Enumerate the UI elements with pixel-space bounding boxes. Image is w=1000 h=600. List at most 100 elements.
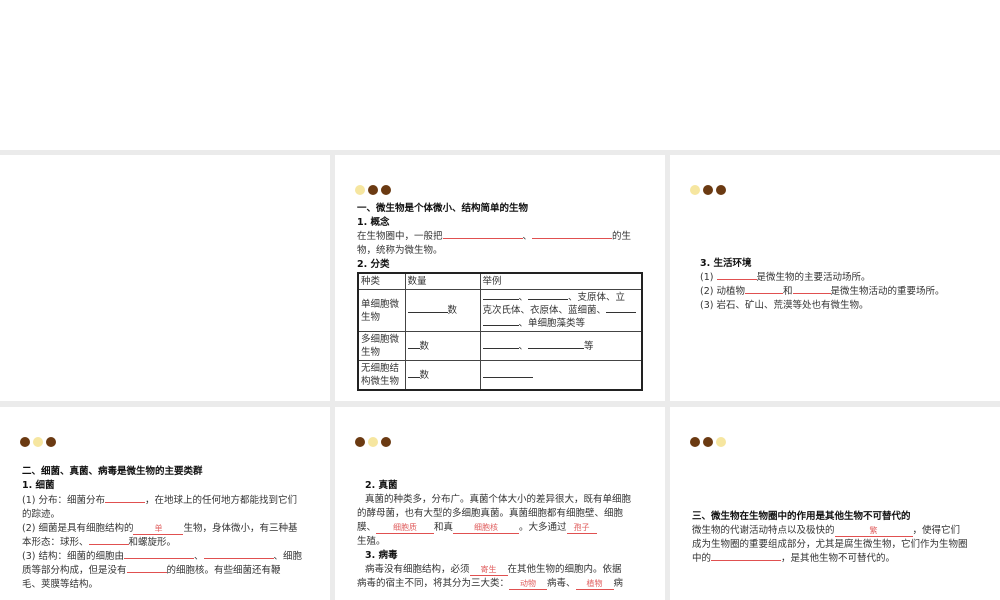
text: 、 <box>522 231 533 242</box>
table-cell: 数 <box>419 369 430 381</box>
text: 的生 <box>612 231 632 242</box>
classification-table: 种类 数量 举例 单细胞微生物数、、支原体、立 克次氏体、衣原体、蓝细菌、 、单细胞藻类… <box>357 272 643 391</box>
answer-blank <box>203 558 274 559</box>
dot-icon <box>368 437 378 447</box>
text: 。大多通过 <box>519 522 567 533</box>
table-cell: 多细胞微生物 <box>357 331 406 361</box>
answer-blank <box>744 293 783 294</box>
dot-icon <box>690 437 700 447</box>
text: 生物，身体微小，有三种基 <box>183 523 298 534</box>
text: 和真 <box>434 522 454 533</box>
table-header: 举例 <box>479 272 643 290</box>
text: (1) 分布：细菌分布 <box>22 495 105 506</box>
text: 本形态：球形、 <box>22 537 89 548</box>
text: 、细胞 <box>273 551 303 562</box>
dot-icon <box>703 437 713 447</box>
answer-blank <box>716 279 757 280</box>
table-header: 数量 <box>404 272 481 290</box>
table-cell: 、 <box>518 340 529 352</box>
answer-blank: 植物 <box>575 578 614 590</box>
slide-1[interactable] <box>0 155 330 401</box>
answer-blank <box>792 293 831 294</box>
answer-blank: 孢子 <box>566 522 597 534</box>
text: 在其他生物的细胞内。依据 <box>507 564 622 575</box>
section-title: 一、微生物是个体微小、结构简单的生物 <box>357 203 529 214</box>
slide-4[interactable]: 二、细菌、真菌、病毒是微生物的主要类群 1. 细菌 (1) 分布：细菌分布 ，在地… <box>0 407 330 600</box>
dot-icon <box>716 185 726 195</box>
table-cell: 数 <box>447 305 458 316</box>
text: 中的 <box>692 553 712 564</box>
answer-blank: 单 <box>133 523 184 535</box>
dot-icon <box>355 437 365 447</box>
dot-icon <box>355 185 365 195</box>
slide-2[interactable]: 一、微生物是个体微小、结构简单的生物 1. 概念 在生物圈中，一般把、的生 物，… <box>335 155 665 401</box>
answer-blank <box>711 560 782 561</box>
table-cell: 、单细胞藻类等 <box>518 318 586 329</box>
text: (1) <box>700 272 714 283</box>
text: (2) 动植物 <box>700 286 745 297</box>
answer-blank <box>126 572 167 573</box>
dot-icon <box>368 185 378 195</box>
text: 真菌的种类多，分布广。真菌个体大小的差异很大，既有单细胞 <box>365 494 632 505</box>
text: 的酵母菌，也有大型的多细胞真菌。真菌细胞都有细胞壁、细胞 <box>357 508 624 519</box>
text: 病毒的宿主不同，将其分为三大类： <box>357 578 510 589</box>
answer-blank <box>123 558 194 559</box>
dot-icon <box>690 185 700 195</box>
slide-5[interactable]: 2. 真菌 真菌的种类多，分布广。真菌个体大小的差异很大，既有单细胞 的酵母菌，… <box>335 407 665 600</box>
table-cell: 数 <box>419 340 430 352</box>
text: 病 <box>613 578 624 589</box>
text: 质等部分构成，但是没有 <box>22 565 127 576</box>
text: 膜、 <box>357 522 377 533</box>
slide-dots <box>355 185 391 195</box>
text: 是微生物的主要活动场所。 <box>756 272 871 283</box>
slide-dots <box>355 437 391 447</box>
text: 病毒没有细胞结构，必须 <box>365 564 470 575</box>
table-row: 无细胞结构微生物 数 <box>357 360 643 391</box>
table-row: 多细胞微生物 数 、 等 <box>357 331 643 361</box>
text: 是微生物活动的重要场所。 <box>830 286 945 297</box>
text: (3) 结构：细菌的细胞由 <box>22 551 124 562</box>
text: 物，统称为微生物。 <box>357 245 443 256</box>
table-cell: 单细胞微生物 <box>357 289 406 332</box>
dot-icon <box>46 437 56 447</box>
text: ，是其他生物不可替代的。 <box>781 553 896 564</box>
table-cell: 、支原体、立 <box>568 292 626 303</box>
dot-icon <box>33 437 43 447</box>
text: 和螺旋形。 <box>128 537 177 548</box>
table-cell: 无细胞结构微生物 <box>357 360 406 391</box>
top-area <box>0 0 1000 150</box>
table-row: 单细胞微生物 数 、 、支原体、立 克次氏体、衣原体、蓝细菌、 、单细胞藻类等 <box>357 289 643 332</box>
text: 成为生物圈的重要组成部分，尤其是腐生微生物，它们作为生物圈 <box>692 539 968 550</box>
answer-blank: 寄生 <box>469 564 508 576</box>
subheading: 2. 分类 <box>357 259 390 270</box>
answer-blank <box>104 502 145 503</box>
slide-dots <box>20 437 56 447</box>
text: 、 <box>193 551 204 562</box>
table-cell: 、 <box>518 292 529 303</box>
slide-6[interactable]: 三、微生物在生物圈中的作用是其他生物不可替代的 微生物的代谢活动特点以及极快的繁… <box>670 407 1000 600</box>
subheading: 1. 细菌 <box>22 480 55 491</box>
text: 在生物圈中，一般把 <box>357 231 443 242</box>
answer-blank: 繁 <box>834 525 913 537</box>
text: 和 <box>782 286 793 297</box>
text: 病毒、 <box>547 578 576 589</box>
table-cell: 等 <box>584 340 594 352</box>
text: 微生物的代谢活动特点以及极快的 <box>692 525 835 536</box>
slide-3[interactable]: 3. 生活环境 (1) 是微生物的主要活动场所。 (2) 动植物 和 是微生物活动的… <box>670 155 1000 401</box>
subheading: 3. 生活环境 <box>700 258 752 269</box>
answer-blank <box>442 238 523 239</box>
dot-icon <box>381 185 391 195</box>
slide-dots <box>690 437 726 447</box>
text: 生殖。 <box>357 536 386 547</box>
subheading: 2. 真菌 <box>365 480 398 491</box>
text: ，使得它们 <box>912 525 961 536</box>
text: 的踪迹。 <box>22 509 61 520</box>
section-title: 二、细菌、真菌、病毒是微生物的主要类群 <box>22 466 203 477</box>
text: (3) 岩石、矿山、荒漠等处也有微生物。 <box>700 300 869 311</box>
text: (2) 细菌是具有细胞结构的 <box>22 523 134 534</box>
subheading: 3. 病毒 <box>365 550 398 561</box>
table-header: 种类 <box>357 272 406 290</box>
text: 毛、荚膜等结构。 <box>22 579 99 590</box>
text: 的细胞核。有些细菌还有鞭 <box>166 565 281 576</box>
subheading: 1. 概念 <box>357 217 390 228</box>
